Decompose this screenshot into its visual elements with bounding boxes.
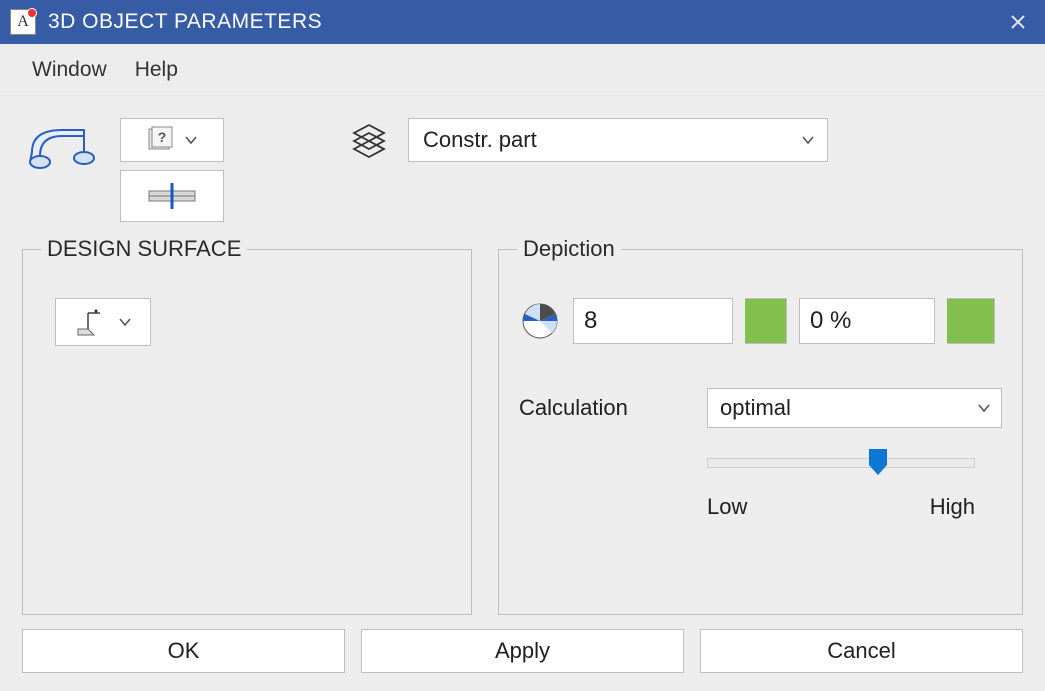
- title-bar: A 3D OBJECT PARAMETERS: [0, 0, 1045, 44]
- transparency-color-swatch[interactable]: [947, 298, 995, 344]
- chevron-down-icon: [118, 315, 132, 329]
- design-surface-button[interactable]: [55, 298, 151, 346]
- object-type-icon: [22, 118, 104, 180]
- segments-color-swatch[interactable]: [745, 298, 787, 344]
- menu-help[interactable]: Help: [121, 52, 192, 88]
- slider-thumb-icon: [869, 449, 887, 475]
- menu-bar: Window Help: [0, 44, 1045, 96]
- unknown-library-icon: ?: [146, 126, 174, 154]
- calculation-value: optimal: [720, 395, 791, 421]
- client-area: ? Constr. part: [0, 96, 1045, 691]
- chevron-down-icon: [801, 133, 815, 147]
- calculation-slider[interactable]: [707, 458, 975, 468]
- top-toolbar: ? Constr. part: [22, 118, 1023, 222]
- close-button[interactable]: [1001, 5, 1035, 39]
- transparency-input[interactable]: 0 %: [799, 298, 935, 344]
- layers-icon: [350, 121, 388, 159]
- chevron-down-icon: [977, 401, 991, 415]
- depiction-legend: Depiction: [517, 236, 621, 262]
- footer-buttons: OK Apply Cancel: [22, 629, 1023, 673]
- slider-high-label: High: [930, 494, 975, 520]
- slider-low-label: Low: [707, 494, 747, 520]
- chevron-down-icon: [184, 133, 198, 147]
- design-surface-group: DESIGN SURFACE: [22, 236, 472, 615]
- axis-icon: [145, 181, 199, 211]
- library-dropdown-button[interactable]: ?: [120, 118, 224, 162]
- apply-button[interactable]: Apply: [361, 629, 684, 673]
- layer-select-value: Constr. part: [423, 127, 537, 153]
- segments-input[interactable]: 8: [573, 298, 733, 344]
- close-icon: [1010, 14, 1026, 30]
- window-title: 3D OBJECT PARAMETERS: [48, 10, 322, 34]
- layer-select[interactable]: Constr. part: [408, 118, 828, 162]
- cancel-button[interactable]: Cancel: [700, 629, 1023, 673]
- depiction-group: Depiction 8 0 %: [498, 236, 1023, 615]
- menu-window[interactable]: Window: [18, 52, 121, 88]
- surface-align-icon: [74, 307, 110, 337]
- design-surface-legend: DESIGN SURFACE: [41, 236, 247, 262]
- segments-value: 8: [584, 307, 597, 335]
- calculation-label: Calculation: [519, 395, 689, 421]
- svg-text:?: ?: [158, 129, 167, 145]
- calculation-select[interactable]: optimal: [707, 388, 1002, 428]
- segments-icon: [519, 300, 561, 342]
- position-axis-button[interactable]: [120, 170, 224, 222]
- app-icon: A: [10, 9, 36, 35]
- ok-button[interactable]: OK: [22, 629, 345, 673]
- transparency-value: 0 %: [810, 307, 851, 335]
